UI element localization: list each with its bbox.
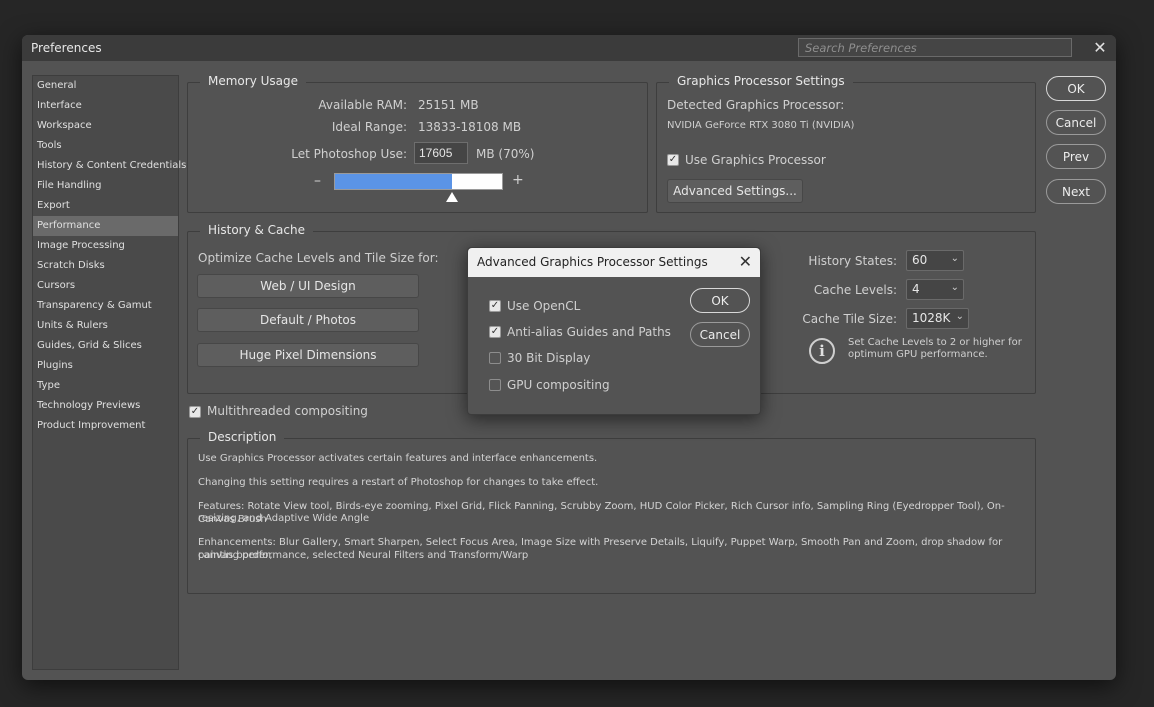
memory-usage-group: Memory Usage Available RAM: 25151 MB Ide… — [187, 74, 648, 213]
sidebar-item-product-improvement[interactable]: Product Improvement — [33, 416, 178, 436]
sidebar-item-guides[interactable]: Guides, Grid & Slices — [33, 336, 178, 356]
use-gpu-checkbox[interactable]: ✓ — [667, 154, 679, 166]
description-line-6: painting performance, selected Neural Fi… — [198, 550, 529, 561]
cache-info-text-2: optimum GPU performance. — [848, 349, 988, 360]
advanced-gpu-settings-dialog: Advanced Graphics Processor Settings ✕ ✓… — [467, 247, 761, 415]
available-ram-label: Available RAM: — [318, 98, 407, 112]
advanced-ok-button[interactable]: OK — [690, 288, 750, 313]
gpu-compositing-checkbox[interactable] — [489, 379, 501, 391]
preset-huge-pixel-button[interactable]: Huge Pixel Dimensions — [197, 343, 419, 367]
anti-alias-checkbox[interactable]: ✓ — [489, 326, 501, 338]
gpu-settings-title: Graphics Processor Settings — [669, 74, 853, 88]
cache-tile-size-label: Cache Tile Size: — [802, 312, 897, 326]
close-icon[interactable]: ✕ — [739, 252, 752, 271]
optimize-label: Optimize Cache Levels and Tile Size for: — [198, 251, 439, 265]
preset-default-photos-button[interactable]: Default / Photos — [197, 308, 419, 332]
detected-gpu-value: NVIDIA GeForce RTX 3080 Ti (NVIDIA) — [667, 120, 855, 131]
sidebar-item-type[interactable]: Type — [33, 376, 178, 396]
cache-tile-size-value: 1028K — [912, 311, 951, 325]
memory-usage-title: Memory Usage — [200, 74, 307, 88]
cache-levels-label: Cache Levels: — [813, 283, 897, 297]
ideal-range-value: 13833-18108 MB — [418, 120, 522, 134]
title-bar: Preferences ✕ — [22, 35, 1116, 61]
info-icon: i — [809, 338, 835, 364]
history-cache-title: History & Cache — [200, 223, 313, 237]
history-states-select[interactable]: 60 ⌄ — [906, 250, 964, 271]
memory-slider-thumb[interactable] — [446, 192, 459, 202]
30-bit-display-label: 30 Bit Display — [507, 351, 591, 365]
sidebar-item-interface[interactable]: Interface — [33, 96, 178, 116]
advanced-dialog-titlebar: Advanced Graphics Processor Settings ✕ — [468, 248, 760, 277]
sidebar-item-export[interactable]: Export — [33, 196, 178, 216]
ideal-range-label: Ideal Range: — [331, 120, 407, 134]
chevron-down-icon: ⌄ — [950, 282, 959, 293]
prev-button[interactable]: Prev — [1046, 144, 1106, 169]
advanced-dialog-title: Advanced Graphics Processor Settings — [477, 255, 708, 269]
memory-slider[interactable] — [334, 173, 503, 190]
memory-decrease-icon[interactable]: – — [314, 173, 321, 189]
cache-levels-value: 4 — [912, 282, 920, 296]
memory-increase-icon[interactable]: + — [512, 172, 524, 188]
let-photoshop-use-label: Let Photoshop Use: — [291, 147, 407, 161]
search-preferences-input[interactable] — [798, 38, 1072, 57]
sidebar-item-performance[interactable]: Performance — [33, 216, 178, 236]
advanced-settings-button[interactable]: Advanced Settings... — [667, 179, 803, 203]
available-ram-value: 25151 MB — [418, 98, 479, 112]
multithreaded-compositing-label: Multithreaded compositing — [207, 404, 368, 418]
sidebar: General Interface Workspace Tools Histor… — [32, 75, 186, 670]
30-bit-display-checkbox[interactable] — [489, 352, 501, 364]
gpu-compositing-label: GPU compositing — [507, 378, 610, 392]
anti-alias-label: Anti-alias Guides and Paths — [507, 325, 671, 339]
detected-gpu-label: Detected Graphics Processor: — [667, 98, 845, 112]
use-opencl-checkbox[interactable]: ✓ — [489, 300, 501, 312]
sidebar-item-technology-previews[interactable]: Technology Previews — [33, 396, 178, 416]
sidebar-item-history[interactable]: History & Content Credentials — [33, 156, 186, 176]
multithreaded-compositing-checkbox[interactable]: ✓ — [189, 406, 201, 418]
close-icon[interactable]: ✕ — [1090, 38, 1110, 58]
description-line-4: resizing, and Adaptive Wide Angle — [198, 513, 370, 524]
use-gpu-label: Use Graphics Processor — [685, 153, 826, 167]
memory-use-unit: MB (70%) — [476, 147, 535, 161]
ok-button[interactable]: OK — [1046, 76, 1106, 101]
sidebar-item-scratch-disks[interactable]: Scratch Disks — [33, 256, 178, 276]
memory-slider-fill — [335, 174, 452, 189]
history-states-value: 60 — [912, 253, 928, 267]
next-button[interactable]: Next — [1046, 179, 1106, 204]
sidebar-item-tools[interactable]: Tools — [33, 136, 178, 156]
cache-levels-select[interactable]: 4 ⌄ — [906, 279, 964, 300]
sidebar-item-image-processing[interactable]: Image Processing — [33, 236, 178, 256]
chevron-down-icon: ⌄ — [950, 253, 959, 264]
description-line-2: Changing this setting requires a restart… — [198, 477, 599, 488]
sidebar-item-transparency[interactable]: Transparency & Gamut — [33, 296, 178, 316]
sidebar-item-plugins[interactable]: Plugins — [33, 356, 178, 376]
cache-tile-size-select[interactable]: 1028K ⌄ — [906, 308, 969, 329]
sidebar-item-file-handling[interactable]: File Handling — [33, 176, 178, 196]
description-group: Description Use Graphics Processor activ… — [187, 430, 1036, 594]
sidebar-item-units[interactable]: Units & Rulers — [33, 316, 178, 336]
preset-web-ui-button[interactable]: Web / UI Design — [197, 274, 419, 298]
window-title: Preferences — [31, 41, 102, 55]
chevron-down-icon: ⌄ — [955, 311, 964, 322]
use-opencl-label: Use OpenCL — [507, 299, 581, 313]
description-title: Description — [200, 430, 285, 444]
cache-info-text-1: Set Cache Levels to 2 or higher for — [848, 337, 1022, 348]
cancel-button[interactable]: Cancel — [1046, 110, 1106, 135]
sidebar-item-workspace[interactable]: Workspace — [33, 116, 178, 136]
sidebar-item-cursors[interactable]: Cursors — [33, 276, 178, 296]
gpu-settings-group: Graphics Processor Settings Detected Gra… — [656, 74, 1036, 213]
sidebar-item-general[interactable]: General — [33, 76, 178, 96]
memory-use-input[interactable] — [414, 142, 468, 164]
advanced-cancel-button[interactable]: Cancel — [690, 322, 750, 347]
history-states-label: History States: — [808, 254, 897, 268]
description-line-1: Use Graphics Processor activates certain… — [198, 453, 598, 464]
